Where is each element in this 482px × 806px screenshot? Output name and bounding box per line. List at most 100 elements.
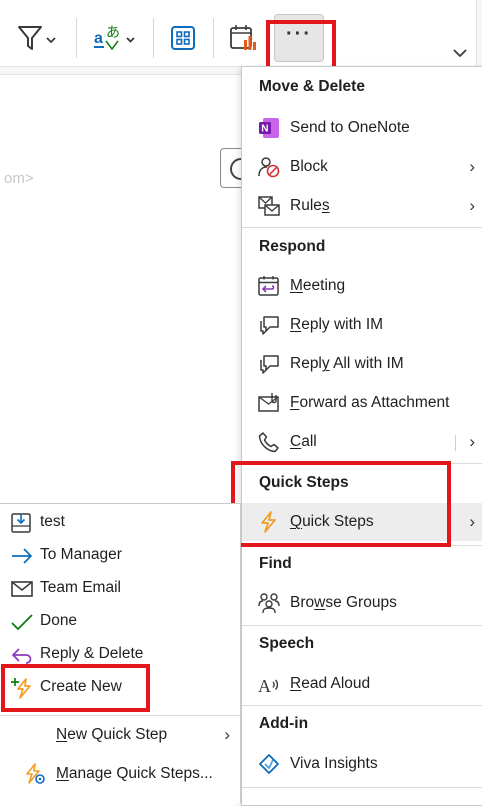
menu-item-reply-all-with-im[interactable]: Reply All with IM xyxy=(242,345,482,383)
ribbon-separator xyxy=(213,18,214,58)
menu-item-label: Browse Groups xyxy=(290,594,397,611)
menu-item-label: Block xyxy=(290,158,328,175)
menu-item-label: Reply with IM xyxy=(290,316,384,333)
quick-steps-submenu: test To Manager Team Email Done Reply & … xyxy=(0,503,241,803)
more-commands-button[interactable]: ··· xyxy=(274,14,324,62)
chevron-down-icon xyxy=(453,49,467,58)
submenu-item-label: Manage Quick Steps... xyxy=(56,765,213,782)
quick-step-create-new[interactable]: Create New xyxy=(0,671,240,703)
manage-quick-steps-item[interactable]: Manage Quick Steps... xyxy=(0,756,240,792)
split-separator xyxy=(455,435,456,451)
translate-icon: a あ xyxy=(94,25,135,51)
chevron-right-icon: › xyxy=(469,196,475,215)
section-add-in: Add-in xyxy=(259,715,309,732)
chevron-right-icon: › xyxy=(469,512,475,531)
meeting-reply-icon xyxy=(258,276,279,296)
ribbon-separator xyxy=(76,18,77,58)
svg-text:A: A xyxy=(258,676,271,695)
ribbon: a あ ··· xyxy=(0,0,482,75)
svg-text:N: N xyxy=(261,124,268,135)
quick-step-item[interactable]: To Manager xyxy=(0,539,240,571)
section-divider xyxy=(242,545,482,546)
quick-step-item[interactable]: test xyxy=(0,506,240,538)
more-dots-icon: ··· xyxy=(286,23,312,45)
section-divider xyxy=(242,463,482,464)
section-speech: Speech xyxy=(259,635,315,652)
background-text: om> xyxy=(4,170,34,187)
quick-step-label: test xyxy=(40,513,65,530)
create-lightning-icon xyxy=(11,678,31,699)
chat-reply-all-icon xyxy=(260,355,279,374)
section-divider xyxy=(242,705,482,706)
menu-item-block[interactable]: Block › xyxy=(242,148,482,186)
submenu-item-label: New Quick Step xyxy=(56,726,168,743)
new-quick-step-item[interactable]: New Quick Step › xyxy=(0,717,240,753)
menu-item-reply-with-im[interactable]: Reply with IM xyxy=(242,306,482,344)
chevron-right-icon: › xyxy=(224,725,230,744)
section-respond: Respond xyxy=(259,238,326,255)
quick-step-item[interactable]: Reply & Delete xyxy=(0,638,240,670)
menu-item-rules[interactable]: Rules › xyxy=(242,187,482,225)
quick-step-label: Done xyxy=(40,612,78,629)
filter-icon xyxy=(18,26,56,50)
section-move-delete: Move & Delete xyxy=(259,78,365,95)
chevron-right-icon[interactable]: › xyxy=(469,432,475,452)
menu-item-read-aloud[interactable]: A Read Aloud xyxy=(242,665,482,703)
menu-item-label: Meeting xyxy=(290,277,346,294)
more-commands-menu: Move & Delete N Send to OneNote Block › … xyxy=(241,66,482,806)
calendar-insights-button[interactable] xyxy=(226,22,260,54)
section-divider xyxy=(242,625,482,626)
ribbon-expand-button[interactable] xyxy=(448,42,472,64)
menu-item-browse-groups[interactable]: Browse Groups xyxy=(242,584,482,622)
phone-icon xyxy=(258,432,279,453)
menu-item-call[interactable]: Call › xyxy=(242,423,482,461)
filter-button[interactable] xyxy=(14,22,60,54)
menu-item-send-to-onenote[interactable]: N Send to OneNote xyxy=(242,109,482,147)
block-person-icon xyxy=(258,157,280,178)
read-aloud-icon: A xyxy=(258,676,279,695)
section-quick-steps: Quick Steps xyxy=(259,474,349,491)
quick-step-label: Create New xyxy=(40,678,122,695)
menu-item-quick-steps[interactable]: Quick Steps › xyxy=(242,503,482,541)
forward-attachment-icon xyxy=(258,393,279,412)
menu-item-label: Reply All with IM xyxy=(290,355,404,372)
people-group-icon xyxy=(258,593,280,614)
menu-item-label: Call xyxy=(290,433,317,450)
apps-button[interactable] xyxy=(166,22,200,54)
menu-item-label: Viva Insights xyxy=(290,755,378,772)
manage-quick-steps-icon xyxy=(26,763,45,784)
chat-reply-icon xyxy=(260,316,279,335)
menu-item-meeting[interactable]: Meeting xyxy=(242,267,482,305)
svg-text:a: a xyxy=(94,30,103,47)
calendar-chart-icon xyxy=(230,25,256,50)
viva-insights-icon xyxy=(259,754,279,774)
chevron-right-icon: › xyxy=(469,157,475,176)
quick-step-label: To Manager xyxy=(40,546,122,563)
reply-icon xyxy=(11,648,32,664)
quick-step-item[interactable]: Done xyxy=(0,605,240,637)
move-to-folder-icon xyxy=(11,513,31,533)
rules-icon xyxy=(258,196,280,216)
section-divider xyxy=(242,227,482,228)
menu-item-forward-as-attachment[interactable]: Forward as Attachment xyxy=(242,384,482,422)
quick-step-label: Team Email xyxy=(40,579,121,596)
menu-item-label: Send to OneNote xyxy=(290,119,410,136)
translate-button[interactable]: a あ xyxy=(92,22,138,54)
onenote-icon: N xyxy=(259,118,279,138)
menu-item-label: Forward as Attachment xyxy=(290,394,450,411)
lightning-icon xyxy=(261,511,276,533)
quick-step-item[interactable]: Team Email xyxy=(0,572,240,604)
arrow-right-icon xyxy=(12,548,33,564)
menu-item-label: Quick Steps xyxy=(290,513,374,530)
mail-icon xyxy=(11,581,33,597)
checkmark-icon xyxy=(11,614,33,631)
section-divider xyxy=(242,787,482,788)
menu-item-label: Rules xyxy=(290,197,330,214)
ribbon-separator xyxy=(153,18,154,58)
menu-item-viva-insights[interactable]: Viva Insights xyxy=(242,745,482,783)
submenu-divider xyxy=(0,715,240,716)
section-find: Find xyxy=(259,555,292,572)
apps-icon xyxy=(171,26,195,50)
menu-item-label: Read Aloud xyxy=(290,675,371,692)
svg-text:あ: あ xyxy=(106,25,120,41)
